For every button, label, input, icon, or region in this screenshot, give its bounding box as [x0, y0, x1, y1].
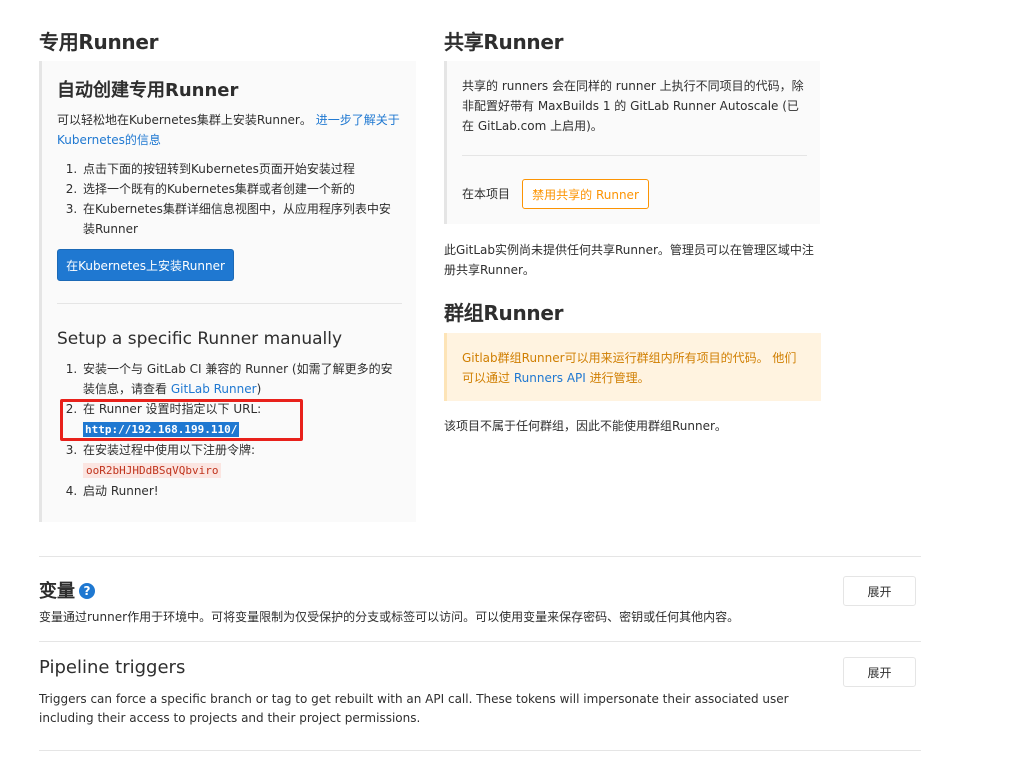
manual-setup-title: Setup a specific Runner manually [57, 329, 343, 349]
gitlab-runner-link[interactable]: GitLab Runner [171, 382, 257, 396]
pipeline-triggers-expand-button[interactable]: 展开 [843, 657, 916, 687]
manual-setup-steps: 安装一个与 GitLab CI 兼容的 Runner (如需了解更多的安装信息，… [57, 359, 401, 501]
shared-runners-panel: 共享的 runners 会在同样的 runner 上执行不同项目的代码，除非配置… [444, 61, 820, 224]
no-shared-runners-notice: 此GitLab实例尚未提供任何共享Runner。管理员可以在管理区域中注册共享R… [444, 243, 814, 277]
list-item: 在 Runner 设置时指定以下 URL: http://192.168.199… [81, 399, 401, 440]
group-runners-title: 群组Runner [444, 301, 564, 325]
variables-description: 变量通过runner作用于环境中。可将变量限制为仅受保护的分支或标签可以访问。可… [39, 610, 740, 624]
coordinator-url[interactable]: http://192.168.199.110/ [83, 422, 240, 437]
pipeline-triggers-description: Triggers can force a specific branch or … [39, 692, 789, 725]
project-label: 在本项目 [462, 187, 511, 201]
list-item: 启动 Runner! [81, 481, 401, 501]
auto-create-intro: 可以轻松地在Kubernetes集群上安装Runner。 进一步了解关于Kube… [57, 113, 400, 147]
list-item: 在安装过程中使用以下注册令牌: ooR2bHJHDdBSqVQbviro [81, 440, 401, 481]
list-item: 在Kubernetes集群详细信息视图中，从应用程序列表中安装Runner [81, 199, 401, 239]
auto-create-runner-panel: 自动创建专用Runner 可以轻松地在Kubernetes集群上安装Runner… [39, 61, 416, 522]
section-divider [39, 750, 921, 751]
auto-create-steps: 点击下面的按钮转到Kubernetes页面开始安装过程 选择一个既有的Kuber… [57, 159, 401, 239]
variables-expand-button[interactable]: 展开 [843, 576, 916, 606]
variables-title: 变量? [39, 577, 95, 603]
shared-runners-description: 共享的 runners 会在同样的 runner 上执行不同项目的代码，除非配置… [462, 79, 804, 133]
list-item: 点击下面的按钮转到Kubernetes页面开始安装过程 [81, 159, 401, 179]
pipeline-triggers-title: Pipeline triggers [39, 657, 186, 678]
shared-runners-title: 共享Runner [444, 30, 564, 54]
group-runners-warning: Gitlab群组Runner可以用来运行群组内所有项目的代码。 他们可以通过 R… [444, 333, 821, 401]
runners-api-link[interactable]: Runners API [514, 371, 586, 385]
auto-create-title: 自动创建专用Runner [57, 80, 239, 101]
section-divider [39, 556, 921, 557]
list-item: 安装一个与 GitLab CI 兼容的 Runner (如需了解更多的安装信息，… [81, 359, 401, 399]
help-icon[interactable]: ? [79, 583, 95, 599]
disable-shared-runners-button[interactable]: 禁用共享的 Runner [522, 179, 649, 209]
section-divider [39, 641, 921, 642]
registration-token[interactable]: ooR2bHJHDdBSqVQbviro [83, 463, 222, 478]
install-runner-on-kubernetes-button[interactable]: 在Kubernetes上安装Runner [57, 249, 234, 281]
specific-runners-title: 专用Runner [39, 30, 159, 54]
not-in-group-notice: 该项目不属于任何群组，因此不能使用群组Runner。 [444, 419, 727, 433]
divider [462, 155, 807, 156]
list-item: 选择一个既有的Kubernetes集群或者创建一个新的 [81, 179, 401, 199]
divider [57, 303, 402, 304]
